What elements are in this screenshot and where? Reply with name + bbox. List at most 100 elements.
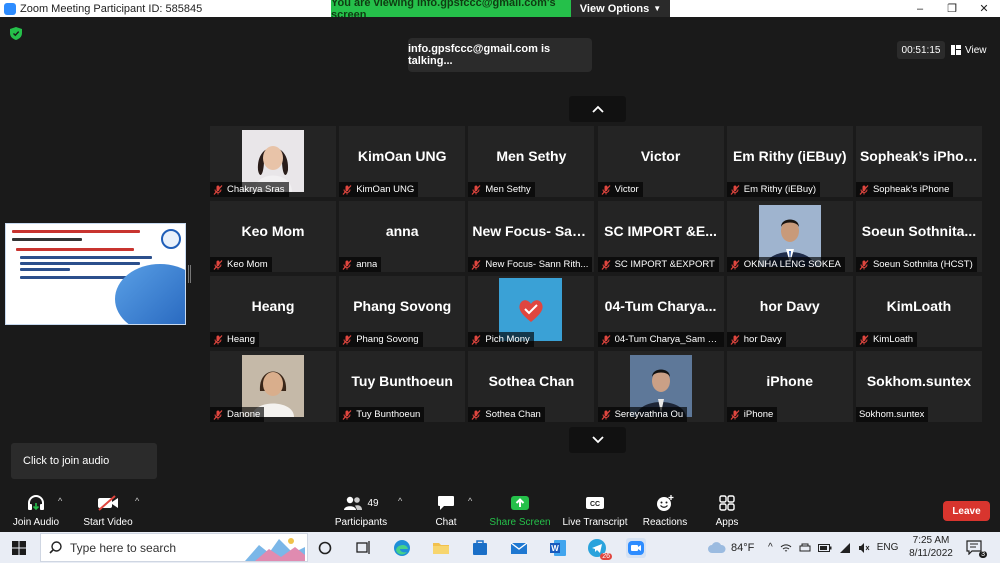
video-options-caret[interactable]: ^	[135, 496, 139, 506]
live-transcript-label: Live Transcript	[562, 517, 628, 528]
volume-muted-icon[interactable]	[858, 542, 870, 553]
muted-mic-icon	[471, 259, 481, 270]
participant-tile-oknha-leng-sokea[interactable]: OKNHA LENG SOKEA	[726, 201, 853, 272]
view-label: View	[965, 44, 987, 56]
leave-button[interactable]: Leave	[943, 501, 990, 521]
chat-options-caret[interactable]: ^	[468, 496, 472, 506]
edge-browser-icon[interactable]	[392, 538, 412, 558]
join-audio-tooltip: Click to join audio	[11, 443, 157, 479]
participant-tile-anna[interactable]: anna anna	[339, 201, 466, 272]
muted-mic-indicator	[859, 184, 869, 195]
muted-mic-icon	[601, 259, 611, 270]
mail-icon[interactable]	[509, 538, 529, 558]
clock-time: 7:25 AM	[912, 535, 950, 546]
muted-mic-indicator	[859, 334, 869, 345]
muted-mic-indicator	[601, 409, 611, 420]
participant-name: Danone	[227, 409, 261, 420]
seal-logo	[161, 229, 181, 249]
participant-tile-danone[interactable]: Danone	[210, 351, 336, 422]
participant-tile-hor-davy[interactable]: hor Davy hor Davy	[726, 276, 853, 347]
system-tray: ^ ENG	[768, 532, 898, 563]
participant-display-name: anna	[385, 223, 419, 239]
participant-tile-new-focus-sann-rith[interactable]: New Focus- San... New Focus- Sann Rith...	[468, 201, 595, 272]
page-up-button[interactable]	[569, 96, 626, 122]
zoom-taskbar-icon[interactable]	[626, 538, 646, 558]
live-transcript-button[interactable]: CC Live Transcript	[562, 487, 628, 532]
shared-screen-thumbnail[interactable]	[5, 223, 186, 325]
participant-name: Sothea Chan	[485, 409, 541, 420]
participant-name-label: Phang Sovong	[339, 332, 423, 347]
participant-tile-sopheak-s-iphone[interactable]: Sopheak’s iPhone Sopheak’s iPhone	[855, 126, 982, 197]
participants-options-caret[interactable]: ^	[398, 496, 402, 506]
share-screen-button[interactable]: Share Screen	[489, 487, 551, 532]
participant-tile-soeun-sothnita-hcst[interactable]: Soeun Sothnita... Soeun Sothnita (HCST)	[855, 201, 982, 272]
chat-button[interactable]: Chat	[428, 487, 464, 532]
language-indicator[interactable]: ENG	[877, 542, 899, 553]
chevron-down-icon	[591, 436, 604, 444]
chevron-up-icon[interactable]: ^	[768, 542, 773, 553]
participant-name-label: Pich Mony	[468, 332, 534, 347]
page-down-button[interactable]	[569, 427, 626, 453]
maximize-button[interactable]: ❐	[936, 2, 968, 15]
participant-name-label: Sothea Chan	[468, 407, 545, 422]
wifi-icon[interactable]	[839, 542, 851, 553]
participant-tile-kimloath[interactable]: KimLoath KimLoath	[855, 276, 982, 347]
audio-options-caret[interactable]: ^	[58, 496, 62, 506]
minimize-button[interactable]: –	[904, 3, 936, 15]
participant-tile-04-tum-charya-sam-c[interactable]: 04-Tum Charya... 04-Tum Charya_Sam C...	[597, 276, 724, 347]
start-video-button[interactable]: Start Video	[80, 487, 136, 532]
notifications-button[interactable]: 3	[966, 539, 987, 558]
heart-logo-icon	[519, 299, 543, 322]
participant-tile-men-sethy[interactable]: Men Sethy Men Sethy	[468, 126, 595, 197]
participant-tile-sereyvathna-ou[interactable]: Sereyvathna Ou	[597, 351, 724, 422]
participant-name-label: KimLoath	[855, 332, 918, 347]
muted-mic-icon	[213, 334, 223, 345]
cortana-icon[interactable]	[315, 538, 335, 558]
join-audio-button[interactable]: Join Audio	[8, 487, 64, 532]
apps-button[interactable]: Apps	[710, 487, 744, 532]
file-explorer-icon[interactable]	[431, 538, 451, 558]
participant-name-label: Sopheak’s iPhone	[855, 182, 954, 197]
view-button[interactable]: View	[951, 41, 996, 59]
telegram-app[interactable]: 26	[587, 538, 612, 560]
shield-icon[interactable]	[10, 27, 22, 40]
participant-tile-sc-import-export[interactable]: SC IMPORT &E... SC IMPORT &EXPORT	[597, 201, 724, 272]
participant-name-label: New Focus- Sann Rith...	[468, 257, 593, 272]
participant-tile-victor[interactable]: Victor Victor	[597, 126, 724, 197]
muted-mic-indicator	[471, 334, 481, 345]
muted-mic-indicator	[342, 409, 352, 420]
taskbar-search-box[interactable]: Type here to search	[40, 533, 308, 562]
microsoft-store-icon[interactable]	[470, 538, 490, 558]
reactions-button[interactable]: Reactions	[640, 487, 690, 532]
view-options-button[interactable]: View Options ▼	[571, 0, 670, 17]
participant-tile-chakrya-sras[interactable]: Chakrya Sras	[210, 126, 336, 197]
printer-icon[interactable]	[799, 543, 811, 553]
panel-resize-handle[interactable]	[188, 265, 191, 283]
windows-start-icon[interactable]	[12, 541, 26, 555]
muted-mic-indicator	[730, 184, 740, 195]
participant-tile-heang[interactable]: Heang Heang	[210, 276, 336, 347]
participant-tile-phang-sovong[interactable]: Phang Sovong Phang Sovong	[339, 276, 466, 347]
participant-name-label: Danone	[210, 407, 265, 422]
active-speaker-indicator: info.gpsfccc@gmail.com is talking...	[408, 38, 592, 72]
participant-display-name: Men Sethy	[496, 148, 567, 164]
participant-tile-pich-mony[interactable]: Pich Mony	[468, 276, 595, 347]
participant-tile-em-rithy-iebuy[interactable]: Em Rithy (iEBuy) Em Rithy (iEBuy)	[726, 126, 853, 197]
word-icon[interactable]: W	[548, 538, 568, 558]
battery-icon[interactable]	[817, 543, 832, 552]
task-view-icon[interactable]	[353, 538, 373, 558]
participant-tile-sothea-chan[interactable]: Sothea Chan Sothea Chan	[468, 351, 595, 422]
participants-button[interactable]: 49 Participants	[331, 487, 391, 532]
close-button[interactable]: ✕	[968, 2, 1000, 15]
weather-widget[interactable]: 84°F	[707, 532, 754, 563]
participant-tile-iphone[interactable]: iPhone iPhone	[726, 351, 853, 422]
participant-tile-kimoan-ung[interactable]: KimOan UNG KimOan UNG	[339, 126, 466, 197]
taskbar-clock[interactable]: 7:25 AM 8/11/2022	[906, 534, 956, 560]
muted-mic-icon	[601, 184, 611, 195]
participant-tile-tuy-bunthoeun[interactable]: Tuy Bunthoeun Tuy Bunthoeun	[339, 351, 466, 422]
network-icon[interactable]	[780, 543, 792, 553]
participant-tile-sokhom-suntex[interactable]: Sokhom.suntex Sokhom.suntex	[855, 351, 982, 422]
participant-tile-keo-mom[interactable]: Keo Mom Keo Mom	[210, 201, 336, 272]
participant-name: Heang	[227, 334, 255, 345]
muted-mic-indicator	[730, 334, 740, 345]
